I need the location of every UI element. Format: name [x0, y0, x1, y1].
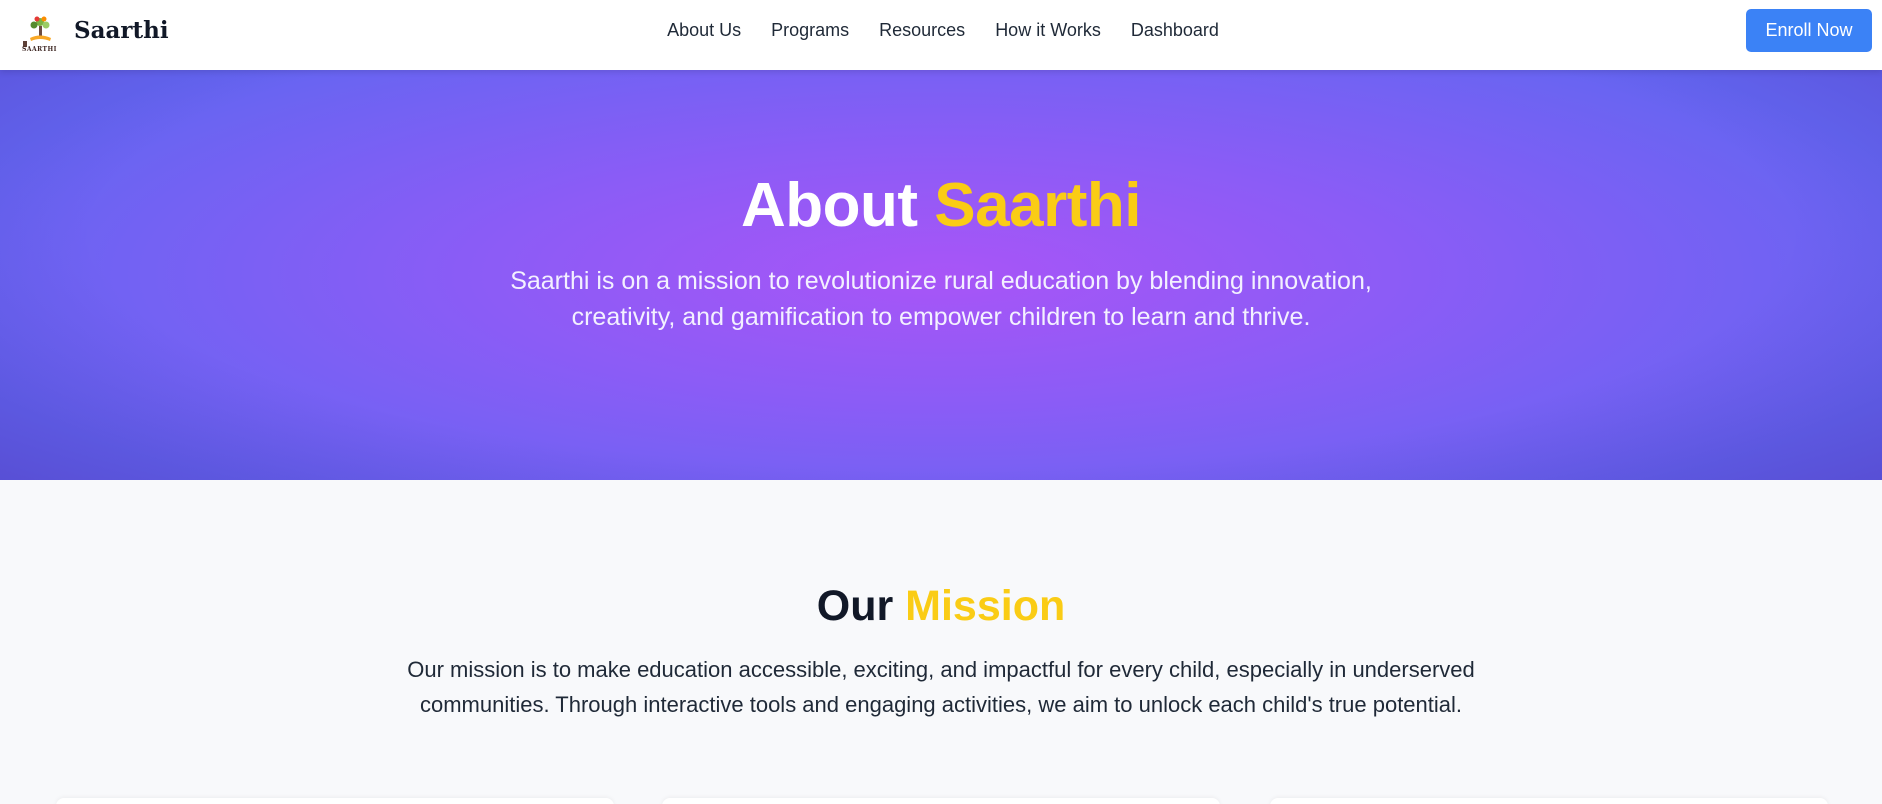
logo-caption: SAARTHI — [22, 46, 57, 53]
hero-title-accent: Saarthi — [934, 171, 1141, 240]
nav-link-resources[interactable]: Resources — [879, 20, 965, 41]
about-hero: About Saarthi Saarthi is on a mission to… — [0, 70, 1882, 480]
hero-title: About Saarthi — [0, 170, 1882, 241]
nav-link-how-it-works[interactable]: How it Works — [995, 20, 1101, 41]
navbar: SAARTHI Saarthi About Us Programs Resour… — [0, 0, 1882, 70]
mission-description: Our mission is to make education accessi… — [407, 657, 1475, 717]
hero-description: Saarthi is on a mission to revolutionize… — [510, 267, 1372, 331]
main-nav: About Us Programs Resources How it Works… — [0, 20, 1882, 41]
brand-name: Saarthi — [74, 16, 169, 44]
hero-title-prefix: About — [741, 171, 918, 240]
feature-card — [56, 798, 614, 804]
nav-link-about-us[interactable]: About Us — [667, 20, 741, 41]
enroll-now-button[interactable]: Enroll Now — [1746, 9, 1872, 52]
mission-title-prefix: Our — [816, 582, 894, 630]
brand[interactable]: SAARTHI Saarthi — [20, 13, 169, 53]
feature-card — [1270, 798, 1828, 804]
nav-link-dashboard[interactable]: Dashboard — [1131, 20, 1219, 41]
nav-link-programs[interactable]: Programs — [771, 20, 849, 41]
mission-title-accent: Mission — [905, 582, 1066, 630]
feature-card — [662, 798, 1220, 804]
mission-title: Our Mission — [0, 582, 1882, 631]
saarthi-logo: SAARTHI — [20, 13, 62, 53]
mission-section: Our Mission Our mission is to make educa… — [0, 480, 1882, 804]
